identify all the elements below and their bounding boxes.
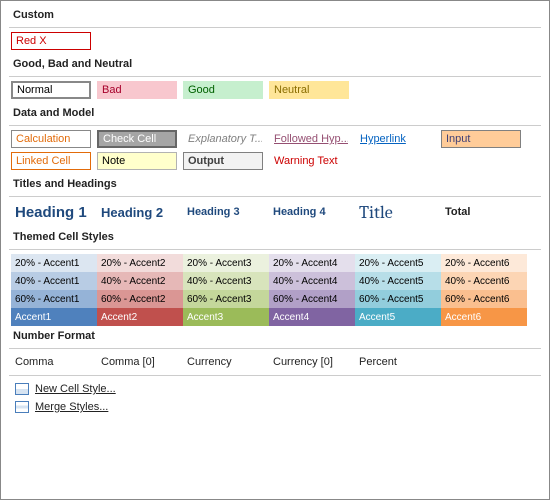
- style-40pct-accent5[interactable]: 40% - Accent5: [355, 272, 441, 290]
- themed-grid: 20% - Accent120% - Accent220% - Accent32…: [9, 254, 541, 326]
- divider: [9, 196, 541, 197]
- themed-row: 20% - Accent120% - Accent220% - Accent32…: [9, 254, 541, 272]
- style-total[interactable]: Total: [441, 201, 521, 223]
- style-20pct-accent2[interactable]: 20% - Accent2: [97, 254, 183, 272]
- custom-row: Red X: [9, 32, 541, 50]
- style-40pct-accent4[interactable]: 40% - Accent4: [269, 272, 355, 290]
- titles-row: Heading 1 Heading 2 Heading 3 Heading 4 …: [9, 201, 541, 223]
- style-title[interactable]: Title: [355, 201, 435, 223]
- data-model-row-2: Linked Cell Note Output Warning Text: [9, 152, 541, 170]
- style-accent6[interactable]: Accent6: [441, 308, 527, 326]
- style-input[interactable]: Input: [441, 130, 521, 148]
- divider: [9, 348, 541, 349]
- style-normal[interactable]: Normal: [11, 81, 91, 99]
- style-heading-3[interactable]: Heading 3: [183, 201, 263, 223]
- style-warning-text[interactable]: Warning Text: [269, 152, 349, 170]
- style-20pct-accent4[interactable]: 20% - Accent4: [269, 254, 355, 272]
- style-accent2[interactable]: Accent2: [97, 308, 183, 326]
- style-20pct-accent6[interactable]: 20% - Accent6: [441, 254, 527, 272]
- style-accent1[interactable]: Accent1: [11, 308, 97, 326]
- style-comma-0[interactable]: Comma [0]: [97, 353, 177, 371]
- style-currency[interactable]: Currency: [183, 353, 263, 371]
- divider: [9, 249, 541, 250]
- style-output[interactable]: Output: [183, 152, 263, 170]
- style-red-x[interactable]: Red X: [11, 32, 91, 50]
- style-percent[interactable]: Percent: [355, 353, 435, 371]
- themed-row: 40% - Accent140% - Accent240% - Accent34…: [9, 272, 541, 290]
- divider: [9, 76, 541, 77]
- style-40pct-accent2[interactable]: 40% - Accent2: [97, 272, 183, 290]
- merge-styles-button[interactable]: Merge Styles...: [9, 398, 541, 416]
- themed-row: Accent1Accent2Accent3Accent4Accent5Accen…: [9, 308, 541, 326]
- merge-styles-label: Merge Styles...: [35, 401, 108, 413]
- style-explanatory-text[interactable]: Explanatory T...: [183, 130, 263, 148]
- style-20pct-accent3[interactable]: 20% - Accent3: [183, 254, 269, 272]
- style-accent3[interactable]: Accent3: [183, 308, 269, 326]
- style-note[interactable]: Note: [97, 152, 177, 170]
- new-style-icon: [15, 383, 29, 395]
- data-model-row-1: Calculation Check Cell Explanatory T... …: [9, 130, 541, 148]
- gbn-row: Normal Bad Good Neutral: [9, 81, 541, 99]
- merge-styles-icon: [15, 401, 29, 413]
- style-20pct-accent1[interactable]: 20% - Accent1: [11, 254, 97, 272]
- divider: [9, 27, 541, 28]
- style-accent5[interactable]: Accent5: [355, 308, 441, 326]
- themed-row: 60% - Accent160% - Accent260% - Accent36…: [9, 290, 541, 308]
- divider: [9, 375, 541, 376]
- style-heading-1[interactable]: Heading 1: [11, 201, 91, 223]
- style-60pct-accent5[interactable]: 60% - Accent5: [355, 290, 441, 308]
- section-title-titles: Titles and Headings: [9, 174, 541, 194]
- style-40pct-accent3[interactable]: 40% - Accent3: [183, 272, 269, 290]
- section-title-data-model: Data and Model: [9, 103, 541, 123]
- section-title-custom: Custom: [9, 5, 541, 25]
- style-good[interactable]: Good: [183, 81, 263, 99]
- style-followed-hyperlink[interactable]: Followed Hyp...: [269, 130, 349, 148]
- number-format-row: Comma Comma [0] Currency Currency [0] Pe…: [9, 353, 541, 371]
- divider: [9, 125, 541, 126]
- style-40pct-accent6[interactable]: 40% - Accent6: [441, 272, 527, 290]
- cell-styles-gallery: Custom Red X Good, Bad and Neutral Norma…: [1, 1, 549, 420]
- style-comma[interactable]: Comma: [11, 353, 91, 371]
- style-20pct-accent5[interactable]: 20% - Accent5: [355, 254, 441, 272]
- style-60pct-accent3[interactable]: 60% - Accent3: [183, 290, 269, 308]
- style-bad[interactable]: Bad: [97, 81, 177, 99]
- style-neutral[interactable]: Neutral: [269, 81, 349, 99]
- style-60pct-accent1[interactable]: 60% - Accent1: [11, 290, 97, 308]
- style-60pct-accent6[interactable]: 60% - Accent6: [441, 290, 527, 308]
- style-check-cell[interactable]: Check Cell: [97, 130, 177, 148]
- style-linked-cell[interactable]: Linked Cell: [11, 152, 91, 170]
- style-heading-4[interactable]: Heading 4: [269, 201, 349, 223]
- style-60pct-accent4[interactable]: 60% - Accent4: [269, 290, 355, 308]
- style-40pct-accent1[interactable]: 40% - Accent1: [11, 272, 97, 290]
- style-60pct-accent2[interactable]: 60% - Accent2: [97, 290, 183, 308]
- section-title-themed: Themed Cell Styles: [9, 227, 541, 247]
- style-currency-0[interactable]: Currency [0]: [269, 353, 349, 371]
- style-calculation[interactable]: Calculation: [11, 130, 91, 148]
- style-heading-2[interactable]: Heading 2: [97, 201, 177, 223]
- section-title-number-format: Number Format: [9, 326, 541, 346]
- new-cell-style-label: New Cell Style...: [35, 383, 116, 395]
- style-hyperlink[interactable]: Hyperlink: [355, 130, 435, 148]
- style-accent4[interactable]: Accent4: [269, 308, 355, 326]
- new-cell-style-button[interactable]: New Cell Style...: [9, 380, 541, 398]
- section-title-gbn: Good, Bad and Neutral: [9, 54, 541, 74]
